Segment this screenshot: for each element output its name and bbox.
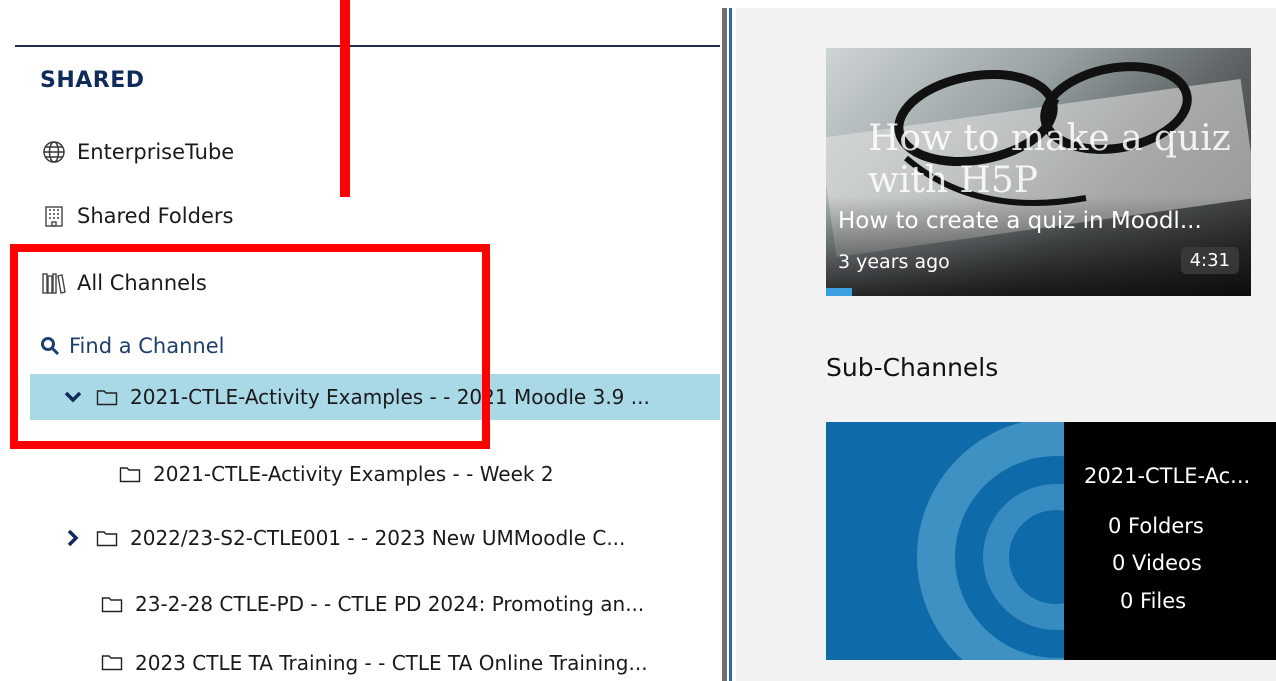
channel-name: 2021-CTLE-Ac... — [1084, 464, 1251, 488]
annotation-highlight-box — [10, 244, 490, 449]
video-age: 3 years ago — [838, 251, 950, 273]
thumbnail-title-overlay: How to make a quiz with H5P — [868, 118, 1231, 201]
annotation-arrow-line — [340, 0, 350, 197]
sub-channels-heading: Sub-Channels — [826, 353, 999, 382]
channel-info-panel: 2021-CTLE-Ac... 0 Folders 0 Videos 0 Fil… — [1064, 422, 1276, 660]
watch-progress-bar — [826, 288, 852, 296]
pane-divider[interactable] — [722, 8, 727, 681]
chevron-right-icon[interactable] — [62, 527, 84, 549]
section-heading-shared: SHARED — [40, 68, 145, 93]
tree-item-label: 23-2-28 CTLE-PD - - CTLE PD 2024: Promot… — [135, 592, 645, 616]
folder-icon — [99, 651, 125, 673]
tree-item-2023-ctle-ta-training[interactable]: 2023 CTLE TA Training - - CTLE TA Online… — [99, 651, 719, 681]
sidebar-item-shared-folders[interactable]: Shared Folders — [40, 196, 233, 236]
video-card[interactable]: How to make a quiz with H5P How to creat… — [826, 48, 1251, 296]
channel-thumbnail — [826, 422, 1066, 660]
channel-video-count: 0 Videos — [1112, 551, 1202, 575]
sidebar-item-label: EnterpriseTube — [77, 140, 235, 164]
sub-channel-card[interactable]: 2021-CTLE-Ac... 0 Folders 0 Videos 0 Fil… — [826, 422, 1276, 660]
pane-divider-accent — [729, 8, 732, 681]
building-icon — [40, 202, 68, 230]
tree-item-label: 2021-CTLE-Activity Examples - - Week 2 — [153, 462, 554, 486]
divider — [15, 45, 720, 47]
tree-item-23-2-28-ctle-pd[interactable]: 23-2-28 CTLE-PD - - CTLE PD 2024: Promot… — [99, 581, 719, 627]
video-duration-badge: 4:31 — [1180, 247, 1239, 274]
sidebar-item-label: Shared Folders — [77, 204, 234, 228]
folder-icon — [99, 593, 125, 615]
tree-item-label: 2023 CTLE TA Training - - CTLE TA Online… — [135, 651, 648, 675]
tree-item-2022-23-s2-ctle001[interactable]: 2022/23-S2-CTLE001 - - 2023 New UMMoodle… — [62, 515, 717, 561]
tree-item-label: 2022/23-S2-CTLE001 - - 2023 New UMMoodle… — [130, 526, 626, 550]
globe-icon — [40, 138, 68, 166]
main-content: How to make a quiz with H5P How to creat… — [736, 8, 1276, 681]
tree-item-2021-ctle-week-2[interactable]: 2021-CTLE-Activity Examples - - Week 2 — [117, 451, 717, 497]
channel-folder-count: 0 Folders — [1108, 514, 1204, 538]
sidebar-item-enterprisetube[interactable]: EnterpriseTube — [40, 132, 234, 172]
folder-icon — [94, 527, 120, 549]
channel-file-count: 0 Files — [1120, 589, 1187, 613]
channel-logo-icon — [917, 422, 1066, 660]
folder-icon — [117, 463, 143, 485]
video-title: How to create a quiz in Moodl... — [838, 208, 1202, 234]
